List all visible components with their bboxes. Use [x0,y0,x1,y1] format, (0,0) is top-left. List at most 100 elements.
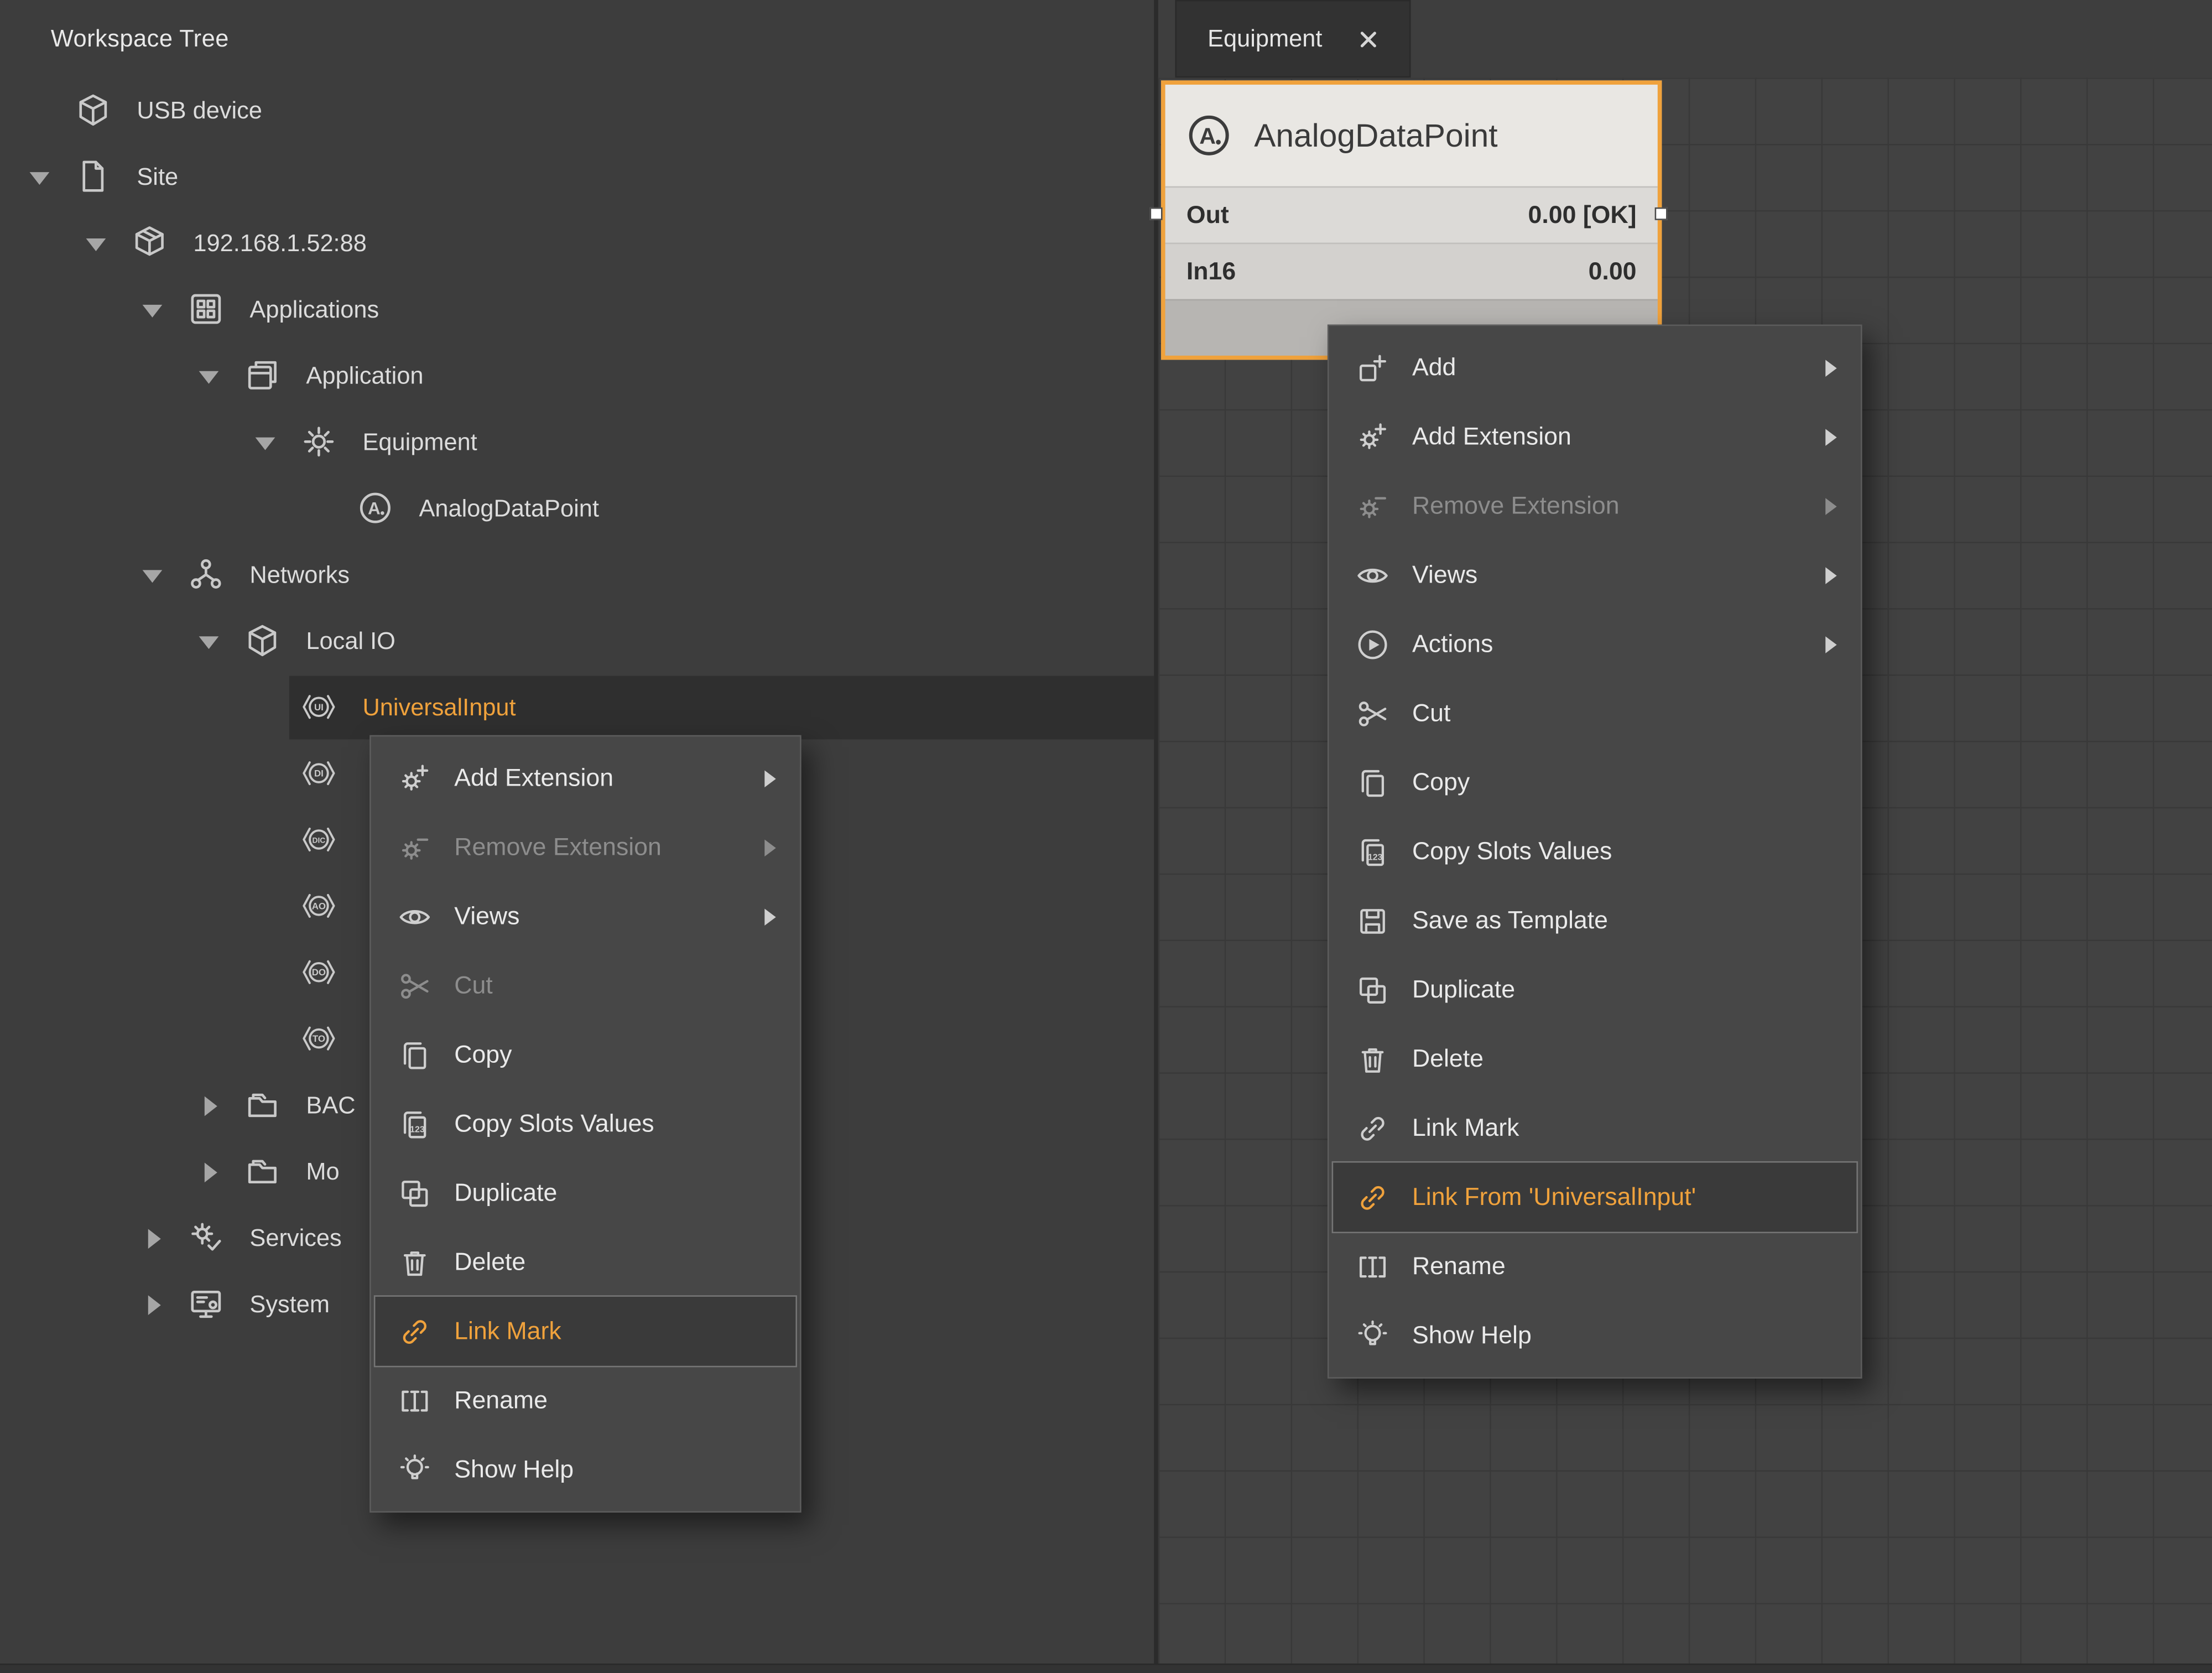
collapse-arrow-icon[interactable] [30,172,50,185]
expand-arrow-icon[interactable] [148,1295,161,1315]
collapse-arrow-icon[interactable] [199,636,219,649]
menu-item-label: Add [1412,353,1803,383]
cube-icon [244,622,280,659]
tree-context-menu: Add ExtensionRemove ExtensionViewsCutCop… [369,735,801,1513]
link-handle-left[interactable] [1150,207,1163,220]
menu-item-delete[interactable]: Delete [375,1228,795,1297]
expand-arrow-icon[interactable] [205,1163,217,1183]
tree-item-equipment[interactable]: Equipment [0,409,1154,476]
svg-text:DIC: DIC [312,836,325,845]
collapse-arrow-icon[interactable] [143,305,163,318]
tree-item-site[interactable]: Site [0,144,1154,210]
menu-item-label: Show Help [454,1454,775,1484]
collapse-arrow-icon[interactable] [256,438,275,450]
menu-item-label: Views [454,902,742,932]
svg-text:A: A [1199,123,1216,149]
tree-item-analogdatapoint[interactable]: AAnalogDataPoint [0,475,1154,542]
menu-item-rename[interactable]: Rename [375,1366,795,1435]
scissors-icon [398,969,431,1002]
tree-item-universalinput[interactable]: UIUniversalInput [0,674,1154,741]
menu-item-cut[interactable]: Cut [1333,679,1856,748]
slot-value: 0.00 [OK] [1528,200,1637,230]
menu-item-views[interactable]: Views [1333,541,1856,610]
svg-text:123: 123 [1368,852,1383,861]
collapse-arrow-icon[interactable] [199,371,219,384]
menu-item-copy[interactable]: Copy [1333,748,1856,817]
menu-item-label: Link From 'UniversalInput' [1412,1182,1837,1212]
tree-item-192-168-1-52-88[interactable]: 192.168.1.52:88 [0,210,1154,277]
tree-item-networks[interactable]: Networks [0,542,1154,608]
gear-minus-icon [1356,489,1389,523]
block-slots: Out 0.00 [OK] In160.00 [1165,186,1658,299]
menu-item-rename[interactable]: Rename [1333,1232,1856,1301]
collapse-arrow-icon[interactable] [143,570,163,583]
collapse-arrow-icon[interactable] [86,238,106,251]
tree-item-label: Equipment [362,409,477,476]
menu-item-label: Cut [454,971,775,1001]
tab-close-icon[interactable] [1359,29,1379,49]
slot-name: Out [1186,200,1229,230]
menu-item-duplicate[interactable]: Duplicate [375,1158,795,1228]
io-ui-icon: UI [300,689,337,725]
io-to-icon: TO [300,1020,337,1057]
save-template-icon [1356,904,1389,938]
menu-item-link-from-universalinput[interactable]: Link From 'UniversalInput' [1333,1163,1856,1232]
menu-item-add[interactable]: Add [1333,333,1856,402]
trash-icon [1356,1042,1389,1076]
tree-item-label: AnalogDataPoint [419,475,598,542]
menu-item-delete[interactable]: Delete [1333,1025,1856,1094]
menu-item-label: Remove Extension [1412,491,1803,521]
menu-item-show-help[interactable]: Show Help [1333,1301,1856,1370]
menu-item-actions[interactable]: Actions [1333,610,1856,679]
menu-item-add-extension[interactable]: Add Extension [375,744,795,813]
menu-item-duplicate[interactable]: Duplicate [1333,955,1856,1025]
analog-data-point-block[interactable]: A AnalogDataPoint Out 0.00 [OK] In160.00 [1161,80,1662,360]
tab-bar: Equipment [1158,0,2212,77]
bottom-scrollbar-track[interactable] [0,1664,2212,1673]
menu-item-save-as-template[interactable]: Save as Template [1333,886,1856,955]
expand-arrow-icon[interactable] [205,1097,217,1116]
svg-text:DI: DI [314,768,324,779]
link-handle-right[interactable] [1655,207,1668,220]
block-title: AnalogDataPoint [1254,116,1497,154]
menu-item-link-mark[interactable]: Link Mark [1333,1094,1856,1163]
menu-item-link-mark[interactable]: Link Mark [375,1297,795,1366]
menu-item-copy-slots-values[interactable]: 123Copy Slots Values [375,1089,795,1158]
slot-row-out[interactable]: Out 0.00 [OK] [1165,186,1658,243]
slot-row-in16[interactable]: In160.00 [1165,243,1658,299]
application-icon [244,357,280,393]
block-header[interactable]: A AnalogDataPoint [1165,85,1658,186]
menu-item-label: Cut [1412,698,1837,728]
tree-item-usb-device[interactable]: USB device [0,77,1154,144]
menu-item-copy-slots-values[interactable]: 123Copy Slots Values [1333,817,1856,886]
menu-item-add-extension[interactable]: Add Extension [1333,402,1856,471]
menu-item-label: Add Extension [454,763,742,793]
bulb-icon [1356,1318,1389,1352]
folder-icon [244,1087,280,1123]
menu-item-label: Delete [1412,1044,1837,1074]
menu-item-show-help[interactable]: Show Help [375,1435,795,1504]
tree-item-application[interactable]: Application [0,343,1154,409]
menu-item-views[interactable]: Views [375,882,795,951]
submenu-arrow-icon [764,770,775,787]
tree-item-local-io[interactable]: Local IO [0,608,1154,674]
menu-item-copy[interactable]: Copy [375,1020,795,1089]
trash-icon [398,1245,431,1279]
submenu-arrow-icon [1825,428,1836,445]
link-icon [398,1314,431,1348]
svg-text:TO: TO [313,1033,325,1044]
tab-label: Equipment [1208,25,1322,53]
file-icon [75,158,111,195]
expand-arrow-icon[interactable] [148,1229,161,1249]
tree-item-applications[interactable]: Applications [0,277,1154,343]
copy-icon [1356,766,1389,799]
add-icon [1356,351,1389,385]
menu-item-label: Rename [1412,1251,1837,1281]
menu-item-label: Duplicate [1412,975,1837,1005]
workspace-tree-title: Workspace Tree [51,0,229,77]
tab-equipment[interactable]: Equipment [1175,0,1411,77]
submenu-arrow-icon [764,839,775,856]
svg-text:UI: UI [314,702,324,713]
menu-item-label: Copy [1412,767,1837,797]
svg-text:AO: AO [312,901,326,911]
